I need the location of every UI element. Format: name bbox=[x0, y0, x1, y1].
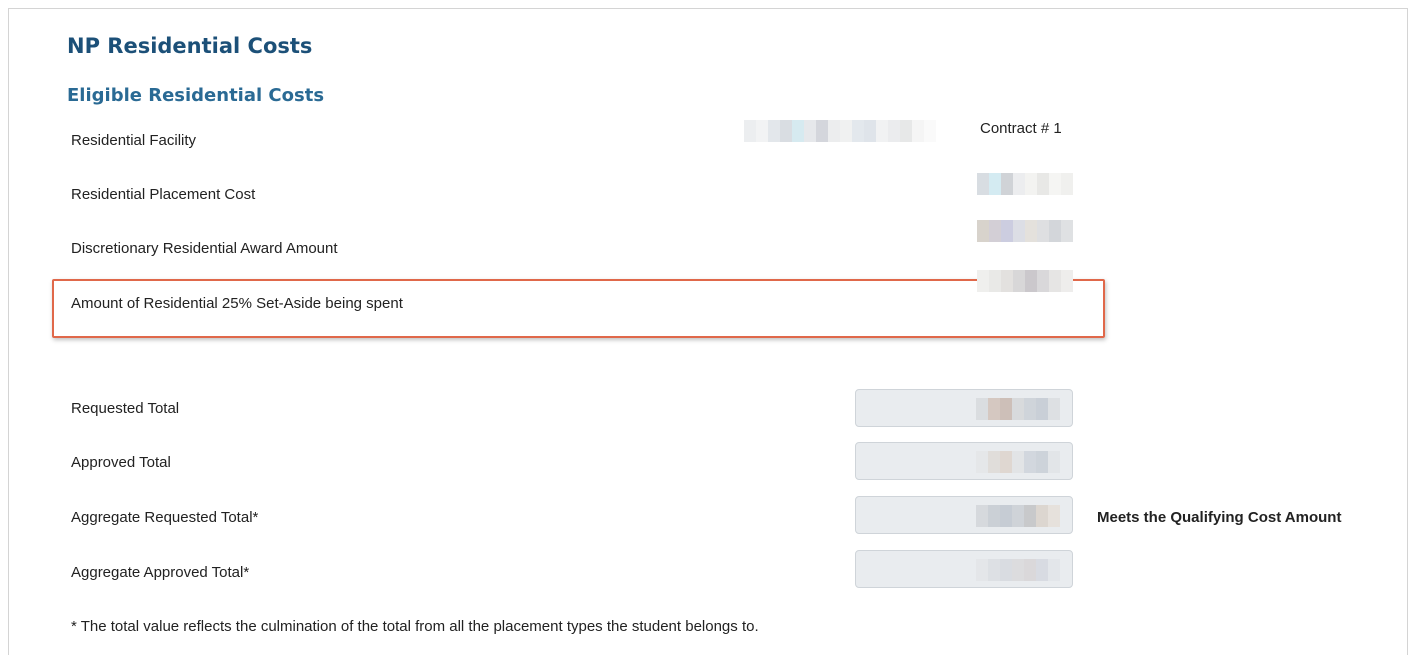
set-aside-value-redacted bbox=[977, 270, 1073, 292]
requested-total-field[interactable] bbox=[855, 389, 1073, 427]
residential-facility-label: Residential Facility bbox=[71, 132, 197, 149]
residential-facility-value-redacted bbox=[744, 120, 972, 142]
residential-placement-cost-value-redacted bbox=[977, 173, 1073, 195]
set-aside-label: Amount of Residential 25% Set-Aside bein… bbox=[71, 295, 403, 312]
qualifying-cost-status: Meets the Qualifying Cost Amount bbox=[1097, 509, 1342, 526]
residential-placement-cost-label: Residential Placement Cost bbox=[71, 186, 256, 203]
requested-total-label: Requested Total bbox=[71, 400, 180, 417]
aggregate-approved-total-field[interactable] bbox=[855, 550, 1073, 588]
aggregate-requested-total-value-redacted bbox=[976, 505, 1060, 527]
approved-total-value-redacted bbox=[976, 451, 1060, 473]
approved-total-label: Approved Total bbox=[71, 454, 171, 471]
aggregate-approved-total-value-redacted bbox=[976, 559, 1060, 581]
totals-footnote: * The total value reflects the culminati… bbox=[71, 618, 759, 635]
aggregate-requested-total-label: Aggregate Requested Total* bbox=[71, 509, 259, 526]
page-title: NP Residential Costs bbox=[67, 34, 313, 58]
approved-total-field[interactable] bbox=[855, 442, 1073, 480]
aggregate-approved-total-label: Aggregate Approved Total* bbox=[71, 564, 250, 581]
section-title: Eligible Residential Costs bbox=[67, 85, 325, 106]
requested-total-value-redacted bbox=[976, 398, 1060, 420]
discretionary-award-value-redacted bbox=[977, 220, 1073, 242]
discretionary-award-label: Discretionary Residential Award Amount bbox=[71, 240, 338, 257]
aggregate-requested-total-field[interactable] bbox=[855, 496, 1073, 534]
contract-number: Contract # 1 bbox=[980, 120, 1062, 137]
